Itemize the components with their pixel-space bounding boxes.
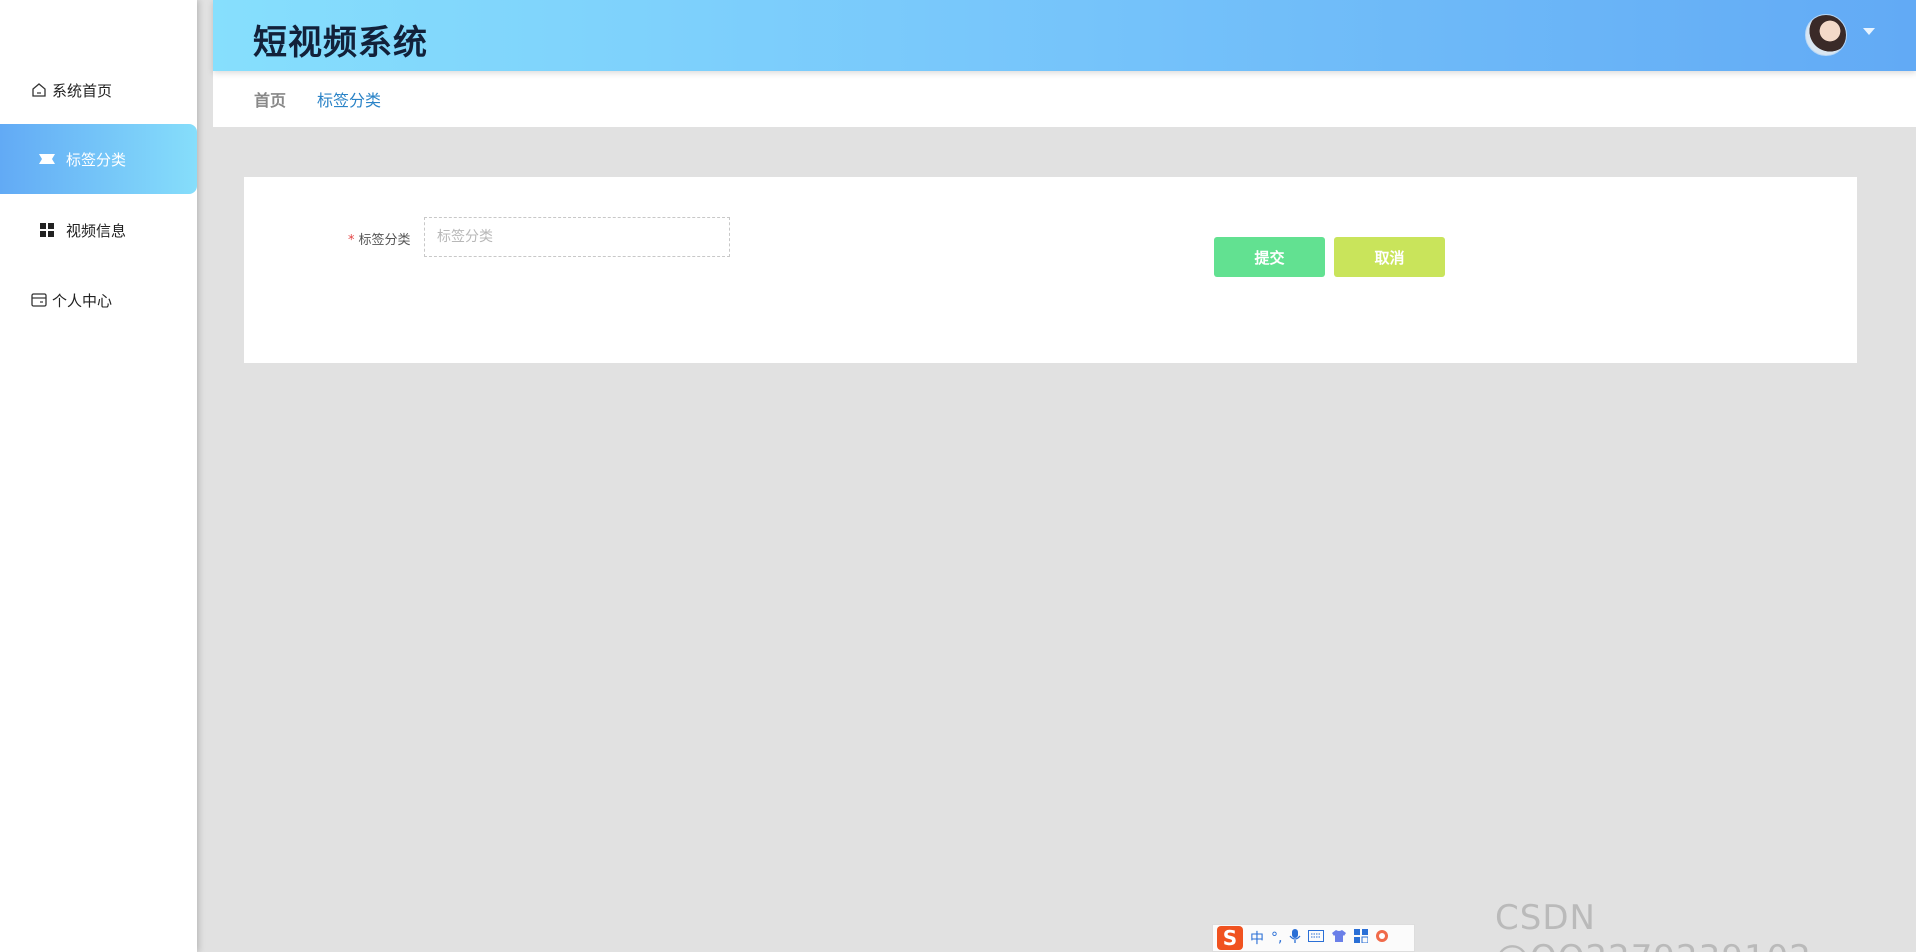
- sogou-logo-icon[interactable]: S: [1217, 926, 1243, 950]
- app-title: 短视频系统: [253, 23, 428, 63]
- sidebar-item-label: 视频信息: [66, 221, 127, 240]
- top-header: 短视频系统: [213, 0, 1916, 71]
- submit-button[interactable]: 提交: [1214, 237, 1325, 277]
- avatar[interactable]: [1805, 14, 1847, 56]
- cancel-button[interactable]: 取消: [1334, 237, 1445, 277]
- home-icon: [30, 81, 48, 99]
- required-mark: *: [348, 233, 355, 248]
- sidebar-item-label: 标签分类: [66, 150, 127, 169]
- app-root: 系统首页 标签分类 视频信息 个人中心 短视频系统 首页 标签分类 * 标签分类…: [0, 0, 1916, 952]
- wallet-icon: [30, 291, 48, 309]
- tag-category-input[interactable]: [424, 217, 730, 257]
- skin-shirt-icon[interactable]: [1331, 929, 1347, 947]
- form-card: *标签分类 提交 取消: [244, 177, 1857, 363]
- sidebar-item-tags[interactable]: 标签分类: [0, 124, 197, 194]
- sidebar-item-label: 系统首页: [52, 81, 113, 100]
- keyboard-icon[interactable]: [1308, 930, 1325, 946]
- ime-toolbar: S 中 °,: [1212, 924, 1415, 952]
- sidebar-item-home[interactable]: 系统首页: [0, 55, 197, 125]
- watermark: CSDN @QQ2279239102: [1495, 898, 1811, 952]
- sidebar-item-label: 个人中心: [52, 291, 113, 310]
- breadcrumb: 首页 标签分类: [213, 71, 1916, 127]
- sidebar: 系统首页 标签分类 视频信息 个人中心: [0, 0, 197, 952]
- grid-icon: [38, 221, 56, 239]
- apps-grid-icon[interactable]: [1354, 929, 1369, 947]
- sidebar-item-video[interactable]: 视频信息: [0, 195, 197, 265]
- tag-category-label-text: 标签分类: [358, 233, 411, 248]
- emoji-icon[interactable]: [1375, 929, 1389, 947]
- ticket-icon: [38, 150, 56, 168]
- ime-language[interactable]: 中: [1250, 928, 1264, 948]
- microphone-icon[interactable]: [1289, 928, 1301, 948]
- breadcrumb-home[interactable]: 首页: [254, 87, 286, 111]
- breadcrumb-current: 标签分类: [317, 91, 382, 110]
- chevron-down-icon[interactable]: [1863, 28, 1875, 35]
- sidebar-item-profile[interactable]: 个人中心: [0, 265, 197, 335]
- ime-punctuation[interactable]: °,: [1271, 930, 1282, 946]
- tag-category-label: * 标签分类: [348, 229, 411, 248]
